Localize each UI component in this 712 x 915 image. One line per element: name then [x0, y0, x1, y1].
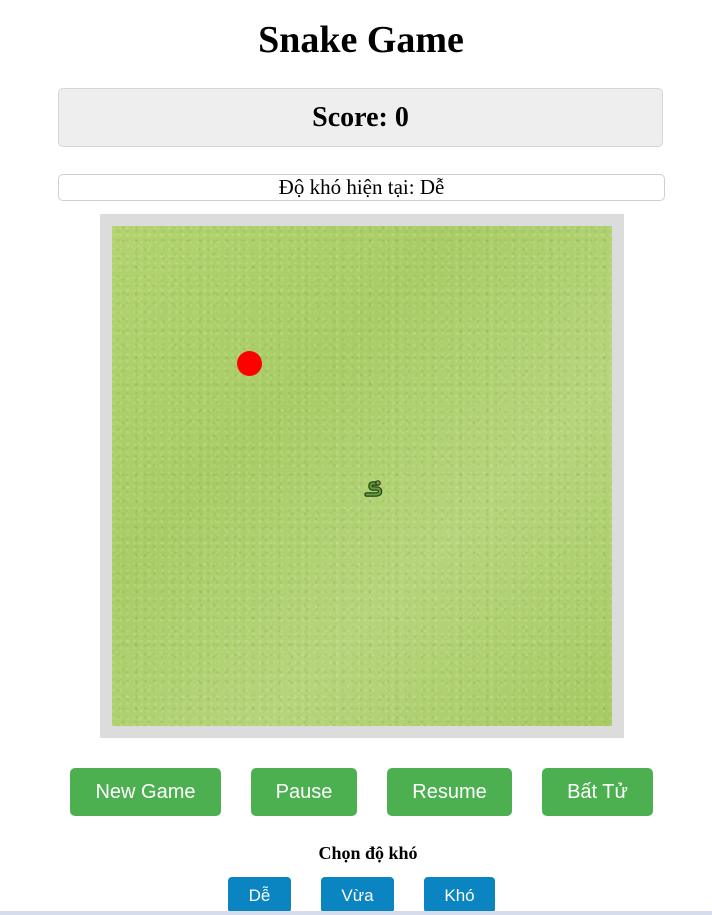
difficulty-select-label: Chọn độ khó	[318, 843, 418, 863]
game-board[interactable]	[112, 226, 612, 726]
current-difficulty: Độ khó hiện tại: Dễ	[58, 174, 665, 201]
resume-button[interactable]: Resume	[387, 768, 512, 816]
new-game-button[interactable]: New Game	[70, 768, 221, 816]
score-display: Score: 0	[58, 88, 663, 147]
difficulty-easy-button[interactable]: Dễ	[228, 877, 291, 913]
game-title: Snake Game	[258, 19, 464, 61]
food-item	[237, 351, 262, 376]
page-bottom-border	[0, 911, 712, 915]
difficulty-hard-button[interactable]: Khó	[424, 877, 495, 913]
game-board-frame	[100, 214, 624, 738]
pause-button[interactable]: Pause	[251, 768, 357, 816]
snake-icon	[361, 476, 386, 501]
immortal-button[interactable]: Bất Tử	[542, 768, 653, 816]
difficulty-medium-button[interactable]: Vừa	[321, 877, 394, 913]
